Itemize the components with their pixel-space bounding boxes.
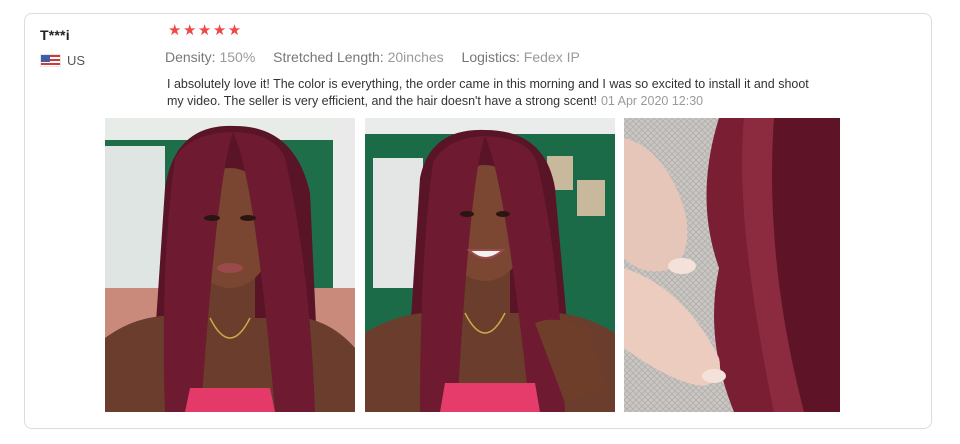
star-rating: ★★★★★ — [168, 22, 243, 39]
review-text-line-2: my video. The seller is very efficient, … — [167, 94, 597, 108]
product-specs: Density: 150% Stretched Length: 20inches… — [165, 49, 594, 65]
spec-density: Density: 150% — [165, 49, 259, 65]
spec-length: Stretched Length: 20inches — [273, 49, 447, 65]
woman-smiling-image — [365, 118, 615, 412]
reviewer-name: T***i — [40, 27, 70, 43]
spec-value: 150% — [219, 49, 256, 65]
reviewer-info: T***i US — [40, 27, 85, 68]
spec-value: 20inches — [387, 49, 444, 65]
woman-portrait-image — [105, 118, 355, 412]
lace-closeup-image — [624, 118, 840, 412]
review-photo-3[interactable] — [624, 118, 840, 412]
spec-value: Fedex IP — [523, 49, 580, 65]
review-photo-2[interactable] — [365, 118, 615, 412]
review-date: 01 Apr 2020 12:30 — [600, 94, 704, 108]
review-text: I absolutely love it! The color is every… — [167, 76, 847, 110]
review-text-line-1: I absolutely love it! The color is every… — [167, 77, 809, 91]
reviewer-country: US — [40, 53, 85, 68]
us-flag-icon — [40, 54, 61, 67]
review-photo-1[interactable] — [105, 118, 355, 412]
spec-label: Stretched Length: — [273, 49, 384, 65]
spec-label: Logistics: — [461, 49, 520, 65]
spec-logistics: Logistics: Fedex IP — [462, 49, 580, 65]
country-label: US — [67, 53, 86, 68]
spec-label: Density: — [165, 49, 216, 65]
